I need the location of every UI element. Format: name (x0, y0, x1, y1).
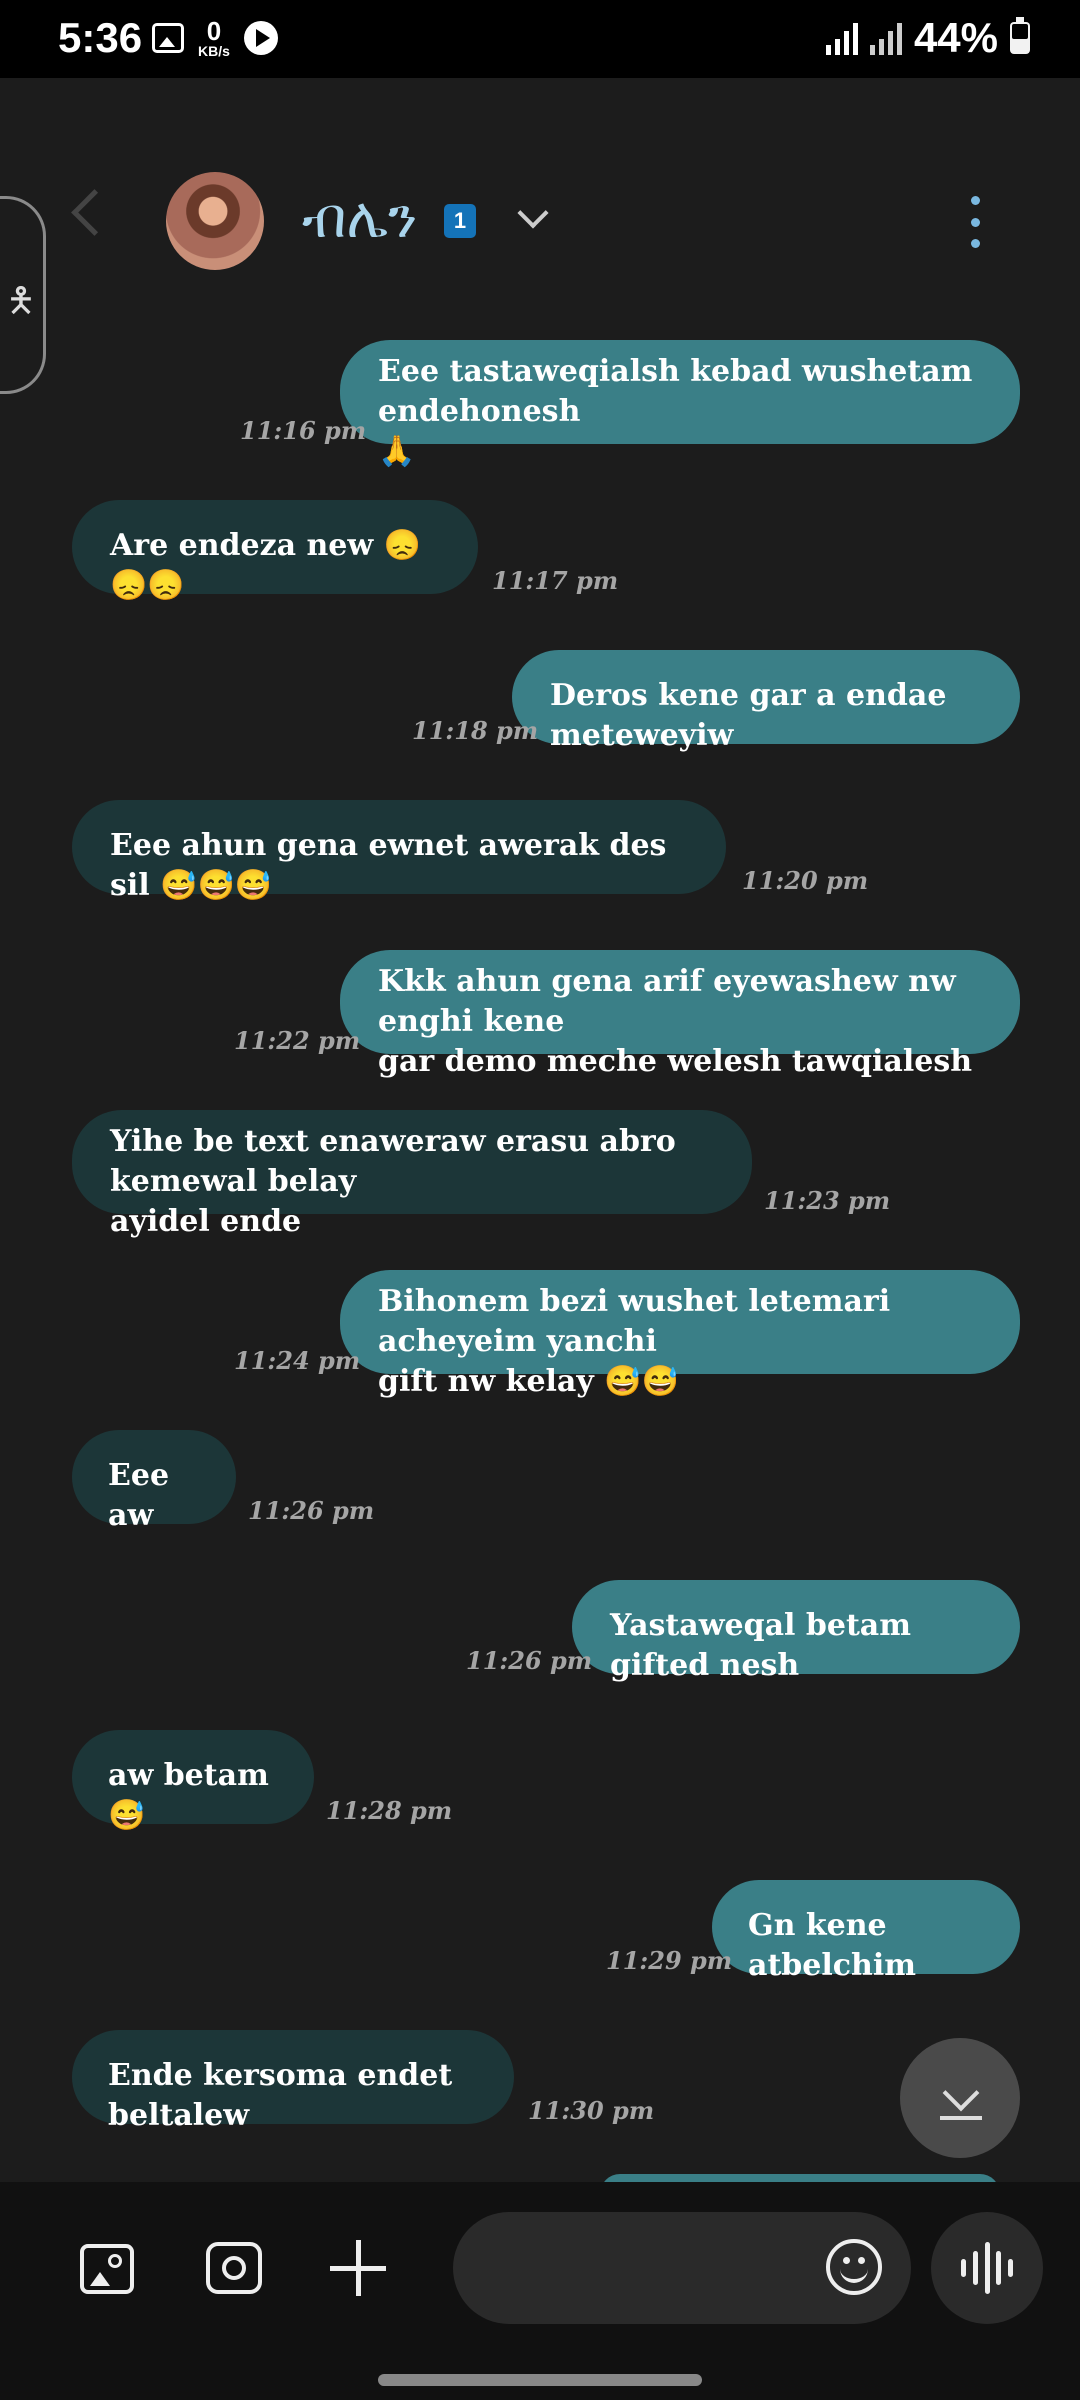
status-icons-left: 0 KB/s (152, 18, 278, 58)
message-text: aw betam 😅 (108, 1758, 269, 1833)
message-time: 11:29 pm (606, 1946, 733, 1975)
camera-icon[interactable] (206, 2242, 262, 2294)
message-text: Eee aw (108, 1458, 170, 1533)
message-time: 11:17 pm (492, 566, 619, 595)
message-time: 11:26 pm (248, 1496, 375, 1525)
gallery-notification-icon (152, 23, 184, 53)
message-bubble-out[interactable]: Bihonem bezi wushet letemari acheyeim ya… (340, 1270, 1020, 1399)
chevron-down-icon (942, 2074, 980, 2112)
message-input[interactable] (489, 2242, 833, 2296)
voice-wave-icon (961, 2242, 1013, 2294)
scroll-to-bottom-button[interactable] (900, 2038, 1020, 2158)
message-bubble-out[interactable]: Kkk ahun gena arif eyewashew nw enghi ke… (340, 950, 1020, 1079)
message-time: 11:24 pm (234, 1346, 361, 1375)
message-text: Yihe be text enaweraw erasu abro kemewal… (110, 1124, 676, 1239)
message-time: 11:30 pm (528, 2096, 655, 2125)
battery-percent: 44% (913, 14, 998, 61)
message-bubble-out[interactable]: Yastaweqal betam gifted nesh (572, 1580, 1020, 1683)
message-bubble-in[interactable]: Yihe be text enaweraw erasu abro kemewal… (72, 1110, 752, 1239)
message-time: 11:23 pm (764, 1186, 891, 1215)
message-bubble-out[interactable]: Deros kene gar a endae meteweyiw (512, 650, 1020, 753)
message-text: Ende kersoma endet beltalew (108, 2058, 453, 2133)
unread-badge: 1 (444, 204, 476, 238)
back-icon[interactable] (71, 189, 118, 236)
message-text: Bihonem bezi wushet letemari acheyeim ya… (378, 1284, 891, 1399)
message-bubble-out[interactable]: Eee tastaweqialsh kebad wushetam endehon… (340, 340, 1020, 469)
message-time: 11:16 pm (240, 416, 367, 445)
message-text: Eee ahun gena ewnet awerak des sil 😅😅😅 (110, 828, 667, 903)
chat-header: ብሌን 1 (0, 160, 1080, 280)
message-bubble-in[interactable]: Are endeza new 😞😞😞 (72, 500, 478, 603)
net-speed: 0 KB/s (198, 16, 230, 59)
accessibility-icon: 🯅 (6, 281, 36, 321)
signal-icon-2 (869, 21, 902, 55)
message-time: 11:20 pm (742, 866, 869, 895)
message-time: 11:18 pm (412, 716, 539, 745)
status-icons-right: 44% (825, 14, 1030, 62)
chevron-down-icon[interactable] (517, 197, 549, 229)
play-notification-icon (243, 21, 278, 55)
message-text: Deros kene gar a endae meteweyiw (550, 678, 947, 753)
gallery-icon[interactable] (80, 2244, 134, 2294)
signal-icon (825, 21, 858, 55)
message-bubble-out[interactable]: Gn kene atbelchim (712, 1880, 1020, 1983)
message-text: Kkk ahun gena arif eyewashew nw enghi ke… (378, 964, 973, 1079)
message-time: 11:28 pm (326, 1796, 453, 1825)
message-text: Yastaweqal betam gifted nesh (610, 1608, 911, 1683)
message-bubble-in[interactable]: Eee ahun gena ewnet awerak des sil 😅😅😅 (72, 800, 726, 903)
message-time: 11:22 pm (234, 1026, 361, 1055)
plus-icon[interactable] (330, 2240, 386, 2296)
message-bubble-in[interactable]: aw betam 😅 (72, 1730, 314, 1833)
battery-icon (1010, 17, 1030, 54)
message-text: Eee tastaweqialsh kebad wushetam endehon… (378, 354, 973, 469)
more-options-icon[interactable] (970, 196, 980, 248)
status-bar: 5:36 0 KB/s 44% (0, 0, 1080, 78)
home-indicator[interactable] (378, 2374, 702, 2386)
voice-message-button[interactable] (931, 2212, 1043, 2324)
message-bubble-in[interactable]: Ende kersoma endet beltalew (72, 2030, 514, 2133)
emoji-icon[interactable] (826, 2239, 882, 2295)
message-time: 11:26 pm (466, 1646, 593, 1675)
contact-name[interactable]: ብሌን (302, 186, 417, 252)
message-text: Gn kene atbelchim (748, 1908, 916, 1983)
avatar[interactable] (166, 172, 264, 270)
message-bubble-in[interactable]: Eee aw (72, 1430, 236, 1533)
message-text: Are endeza new 😞😞😞 (110, 528, 422, 603)
status-time: 5:36 (58, 14, 143, 61)
